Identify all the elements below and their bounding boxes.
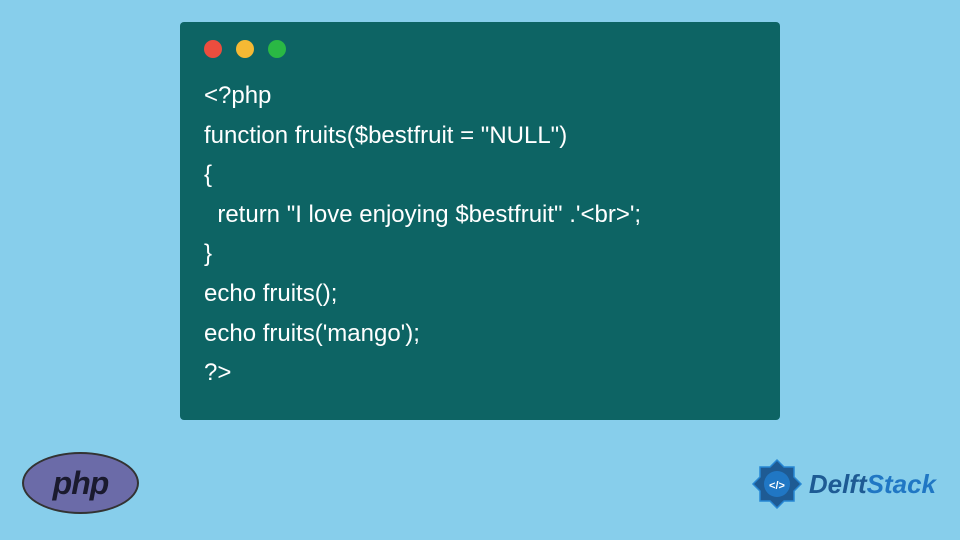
delftstack-text: DelftStack <box>809 469 936 500</box>
delft-elft: elft <box>828 469 867 499</box>
minimize-icon <box>236 40 254 58</box>
code-line-5: } <box>204 240 212 267</box>
code-line-6: echo fruits(); <box>204 280 337 307</box>
php-logo-ellipse: php <box>22 452 139 514</box>
code-line-8: ?> <box>204 359 231 386</box>
delftstack-logo: </> DelftStack <box>749 456 936 512</box>
php-logo: php <box>22 452 139 514</box>
close-icon <box>204 40 222 58</box>
delft-stack: Stack <box>867 469 936 499</box>
delft-d: D <box>809 469 828 499</box>
code-line-3: { <box>204 161 212 188</box>
code-line-4: return "I love enjoying $bestfruit" .'<b… <box>204 201 641 228</box>
svg-text:</>: </> <box>769 480 785 492</box>
php-logo-text: php <box>53 465 109 502</box>
maximize-icon <box>268 40 286 58</box>
code-line-7: echo fruits('mango'); <box>204 320 420 347</box>
window-controls <box>204 40 756 58</box>
delftstack-icon: </> <box>749 456 805 512</box>
code-line-2: function fruits($bestfruit = "NULL") <box>204 122 567 149</box>
code-window: <?php function fruits($bestfruit = "NULL… <box>180 22 780 420</box>
code-content: <?php function fruits($bestfruit = "NULL… <box>204 76 756 393</box>
code-line-1: <?php <box>204 82 271 109</box>
